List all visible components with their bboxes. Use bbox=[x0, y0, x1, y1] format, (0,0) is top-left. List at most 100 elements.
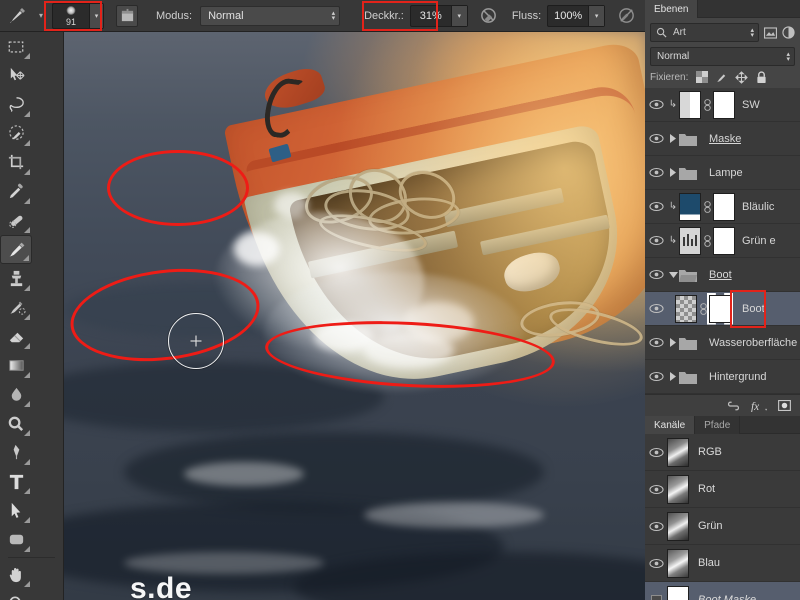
eyedropper-tool[interactable] bbox=[0, 177, 32, 206]
channel-row-rgb[interactable]: RGB bbox=[645, 434, 800, 471]
layer-mask-thumbnail[interactable] bbox=[713, 192, 735, 221]
rectangular-marquee-tool[interactable] bbox=[0, 32, 32, 61]
layer-row-boot-group[interactable]: Boot bbox=[645, 258, 800, 292]
pressure-opacity-icon[interactable] bbox=[476, 3, 502, 29]
chevron-right-icon[interactable] bbox=[667, 372, 679, 381]
layer-filter-row: Art ▴ ▾ bbox=[650, 22, 795, 43]
layer-row-hintergrund[interactable]: Hintergrund bbox=[645, 360, 800, 394]
type-tool[interactable] bbox=[0, 467, 32, 496]
channel-visibility-icon[interactable] bbox=[645, 558, 667, 569]
layer-visibility-icon[interactable] bbox=[645, 133, 667, 144]
channel-visibility-icon[interactable] bbox=[645, 484, 667, 495]
tab-ebenen[interactable]: Ebenen bbox=[645, 0, 699, 18]
group-folder-open-icon bbox=[679, 268, 697, 282]
chevron-right-icon[interactable] bbox=[667, 134, 679, 143]
layer-visibility-icon[interactable] bbox=[645, 337, 667, 348]
opacity-input[interactable]: 31% ▾ bbox=[409, 4, 468, 27]
quick-selection-tool[interactable] bbox=[0, 119, 32, 148]
brush-tool[interactable] bbox=[0, 235, 32, 264]
channels-list[interactable]: RGB Rot Grün Blau Boot Maske bbox=[645, 434, 800, 600]
layer-mask-thumbnail[interactable] bbox=[713, 90, 735, 119]
layer-visibility-icon[interactable] bbox=[645, 201, 667, 212]
opacity-dropdown-icon[interactable]: ▾ bbox=[450, 5, 467, 26]
layer-mask-thumbnail[interactable] bbox=[713, 226, 735, 255]
brush-preset-panel-button[interactable] bbox=[116, 4, 138, 27]
channel-visibility-icon[interactable] bbox=[645, 447, 667, 458]
path-selection-tool[interactable] bbox=[0, 496, 32, 525]
spot-healing-brush-tool[interactable] bbox=[0, 206, 32, 235]
link-layers-icon[interactable] bbox=[726, 401, 741, 411]
layer-mask-link-icon[interactable] bbox=[701, 98, 713, 111]
layer-filter-select[interactable]: Art ▴ ▾ bbox=[650, 23, 759, 42]
brush-size-dropdown-icon[interactable]: ▾ bbox=[89, 3, 103, 28]
dodge-tool[interactable] bbox=[0, 409, 32, 438]
layer-visibility-icon[interactable] bbox=[645, 235, 667, 246]
layers-list[interactable]: ↳ SW Maske Lampe ↳ Bläulic ↳ Grün e Boot… bbox=[645, 88, 800, 394]
layer-blend-mode-select[interactable]: Normal ▴ ▾ bbox=[650, 47, 795, 66]
clone-stamp-tool[interactable] bbox=[0, 264, 32, 293]
lock-position-icon[interactable] bbox=[735, 70, 749, 84]
hand-tool[interactable] bbox=[0, 560, 32, 589]
blur-tool[interactable] bbox=[0, 380, 32, 409]
history-brush-tool[interactable] bbox=[0, 293, 32, 322]
layer-visibility-icon[interactable] bbox=[645, 371, 667, 382]
adjustment-layer-filter-icon[interactable] bbox=[782, 25, 795, 40]
lasso-tool[interactable] bbox=[0, 90, 32, 119]
brush-tool-caret-icon[interactable]: ▾ bbox=[34, 0, 48, 32]
add-layer-mask-icon[interactable] bbox=[778, 400, 791, 411]
layer-row-lampe[interactable]: Lampe bbox=[645, 156, 800, 190]
layer-thumbnail[interactable] bbox=[679, 90, 701, 119]
channel-row-blau[interactable]: Blau bbox=[645, 545, 800, 582]
pressure-flow-icon[interactable] bbox=[613, 3, 639, 29]
channels-panel-tabbar: Kanäle Pfade bbox=[645, 416, 800, 434]
flow-input[interactable]: 100% ▾ bbox=[547, 4, 606, 27]
layer-mask-thumbnail[interactable] bbox=[709, 294, 731, 323]
chevron-down-icon[interactable] bbox=[667, 271, 679, 279]
channel-row-rot[interactable]: Rot bbox=[645, 471, 800, 508]
layer-thumbnail[interactable] bbox=[679, 226, 701, 255]
chevron-right-icon[interactable] bbox=[667, 338, 679, 347]
move-tool[interactable] bbox=[0, 61, 32, 90]
layer-mask-link-icon[interactable] bbox=[701, 200, 713, 213]
tabbar-filler bbox=[740, 416, 800, 434]
layer-visibility-icon[interactable] bbox=[645, 167, 667, 178]
zoom-tool[interactable] bbox=[0, 589, 32, 600]
pixel-layer-filter-icon[interactable] bbox=[764, 25, 777, 40]
gradient-tool[interactable] bbox=[0, 351, 32, 380]
layer-row-wasseroberflaeche[interactable]: Wasseroberfläche bbox=[645, 326, 800, 360]
flow-dropdown-icon[interactable]: ▾ bbox=[588, 5, 605, 26]
brush-tip-preview-icon bbox=[66, 5, 76, 15]
tab-kanaele[interactable]: Kanäle bbox=[645, 416, 696, 434]
brush-size-picker[interactable]: 91 ▾ bbox=[52, 2, 104, 29]
lock-image-icon[interactable] bbox=[715, 71, 728, 84]
layer-visibility-icon[interactable] bbox=[645, 269, 667, 280]
tab-pfade[interactable]: Pfade bbox=[695, 416, 741, 434]
layer-row-boot[interactable]: Boot bbox=[645, 290, 800, 328]
eraser-tool[interactable] bbox=[0, 322, 32, 351]
layer-thumbnail[interactable] bbox=[675, 294, 697, 323]
lock-all-icon[interactable] bbox=[755, 70, 768, 84]
layer-thumbnail[interactable] bbox=[679, 192, 701, 221]
chevron-right-icon[interactable] bbox=[667, 168, 679, 177]
layer-row-gruen[interactable]: ↳ Grün e bbox=[645, 224, 800, 258]
channel-visibility-icon[interactable] bbox=[645, 521, 667, 532]
layer-row-sw[interactable]: ↳ SW bbox=[645, 88, 800, 122]
blend-mode-select[interactable]: Normal ▴ ▾ bbox=[200, 5, 341, 26]
layer-visibility-icon[interactable] bbox=[645, 303, 667, 314]
rectangle-shape-tool[interactable] bbox=[0, 525, 32, 554]
layer-mask-link-icon[interactable] bbox=[701, 234, 713, 247]
layer-visibility-icon[interactable] bbox=[645, 99, 667, 110]
channel-row-boot-maske[interactable]: Boot Maske bbox=[645, 582, 800, 600]
lock-transparency-icon[interactable] bbox=[695, 71, 708, 84]
layer-row-blaeulich[interactable]: ↳ Bläulic bbox=[645, 190, 800, 224]
group-folder-icon bbox=[679, 132, 697, 146]
layer-row-maske[interactable]: Maske bbox=[645, 122, 800, 156]
layer-name: Wasseroberfläche bbox=[709, 336, 798, 349]
layer-styles-fx-icon[interactable]: fx bbox=[751, 400, 768, 412]
channel-row-gruen[interactable]: Grün bbox=[645, 508, 800, 545]
document-canvas[interactable]: s.de bbox=[64, 32, 645, 600]
pen-tool[interactable] bbox=[0, 438, 32, 467]
channel-visibility-checkbox[interactable] bbox=[645, 594, 667, 600]
crop-tool[interactable] bbox=[0, 148, 32, 177]
brush-tool-icon[interactable] bbox=[0, 0, 34, 32]
